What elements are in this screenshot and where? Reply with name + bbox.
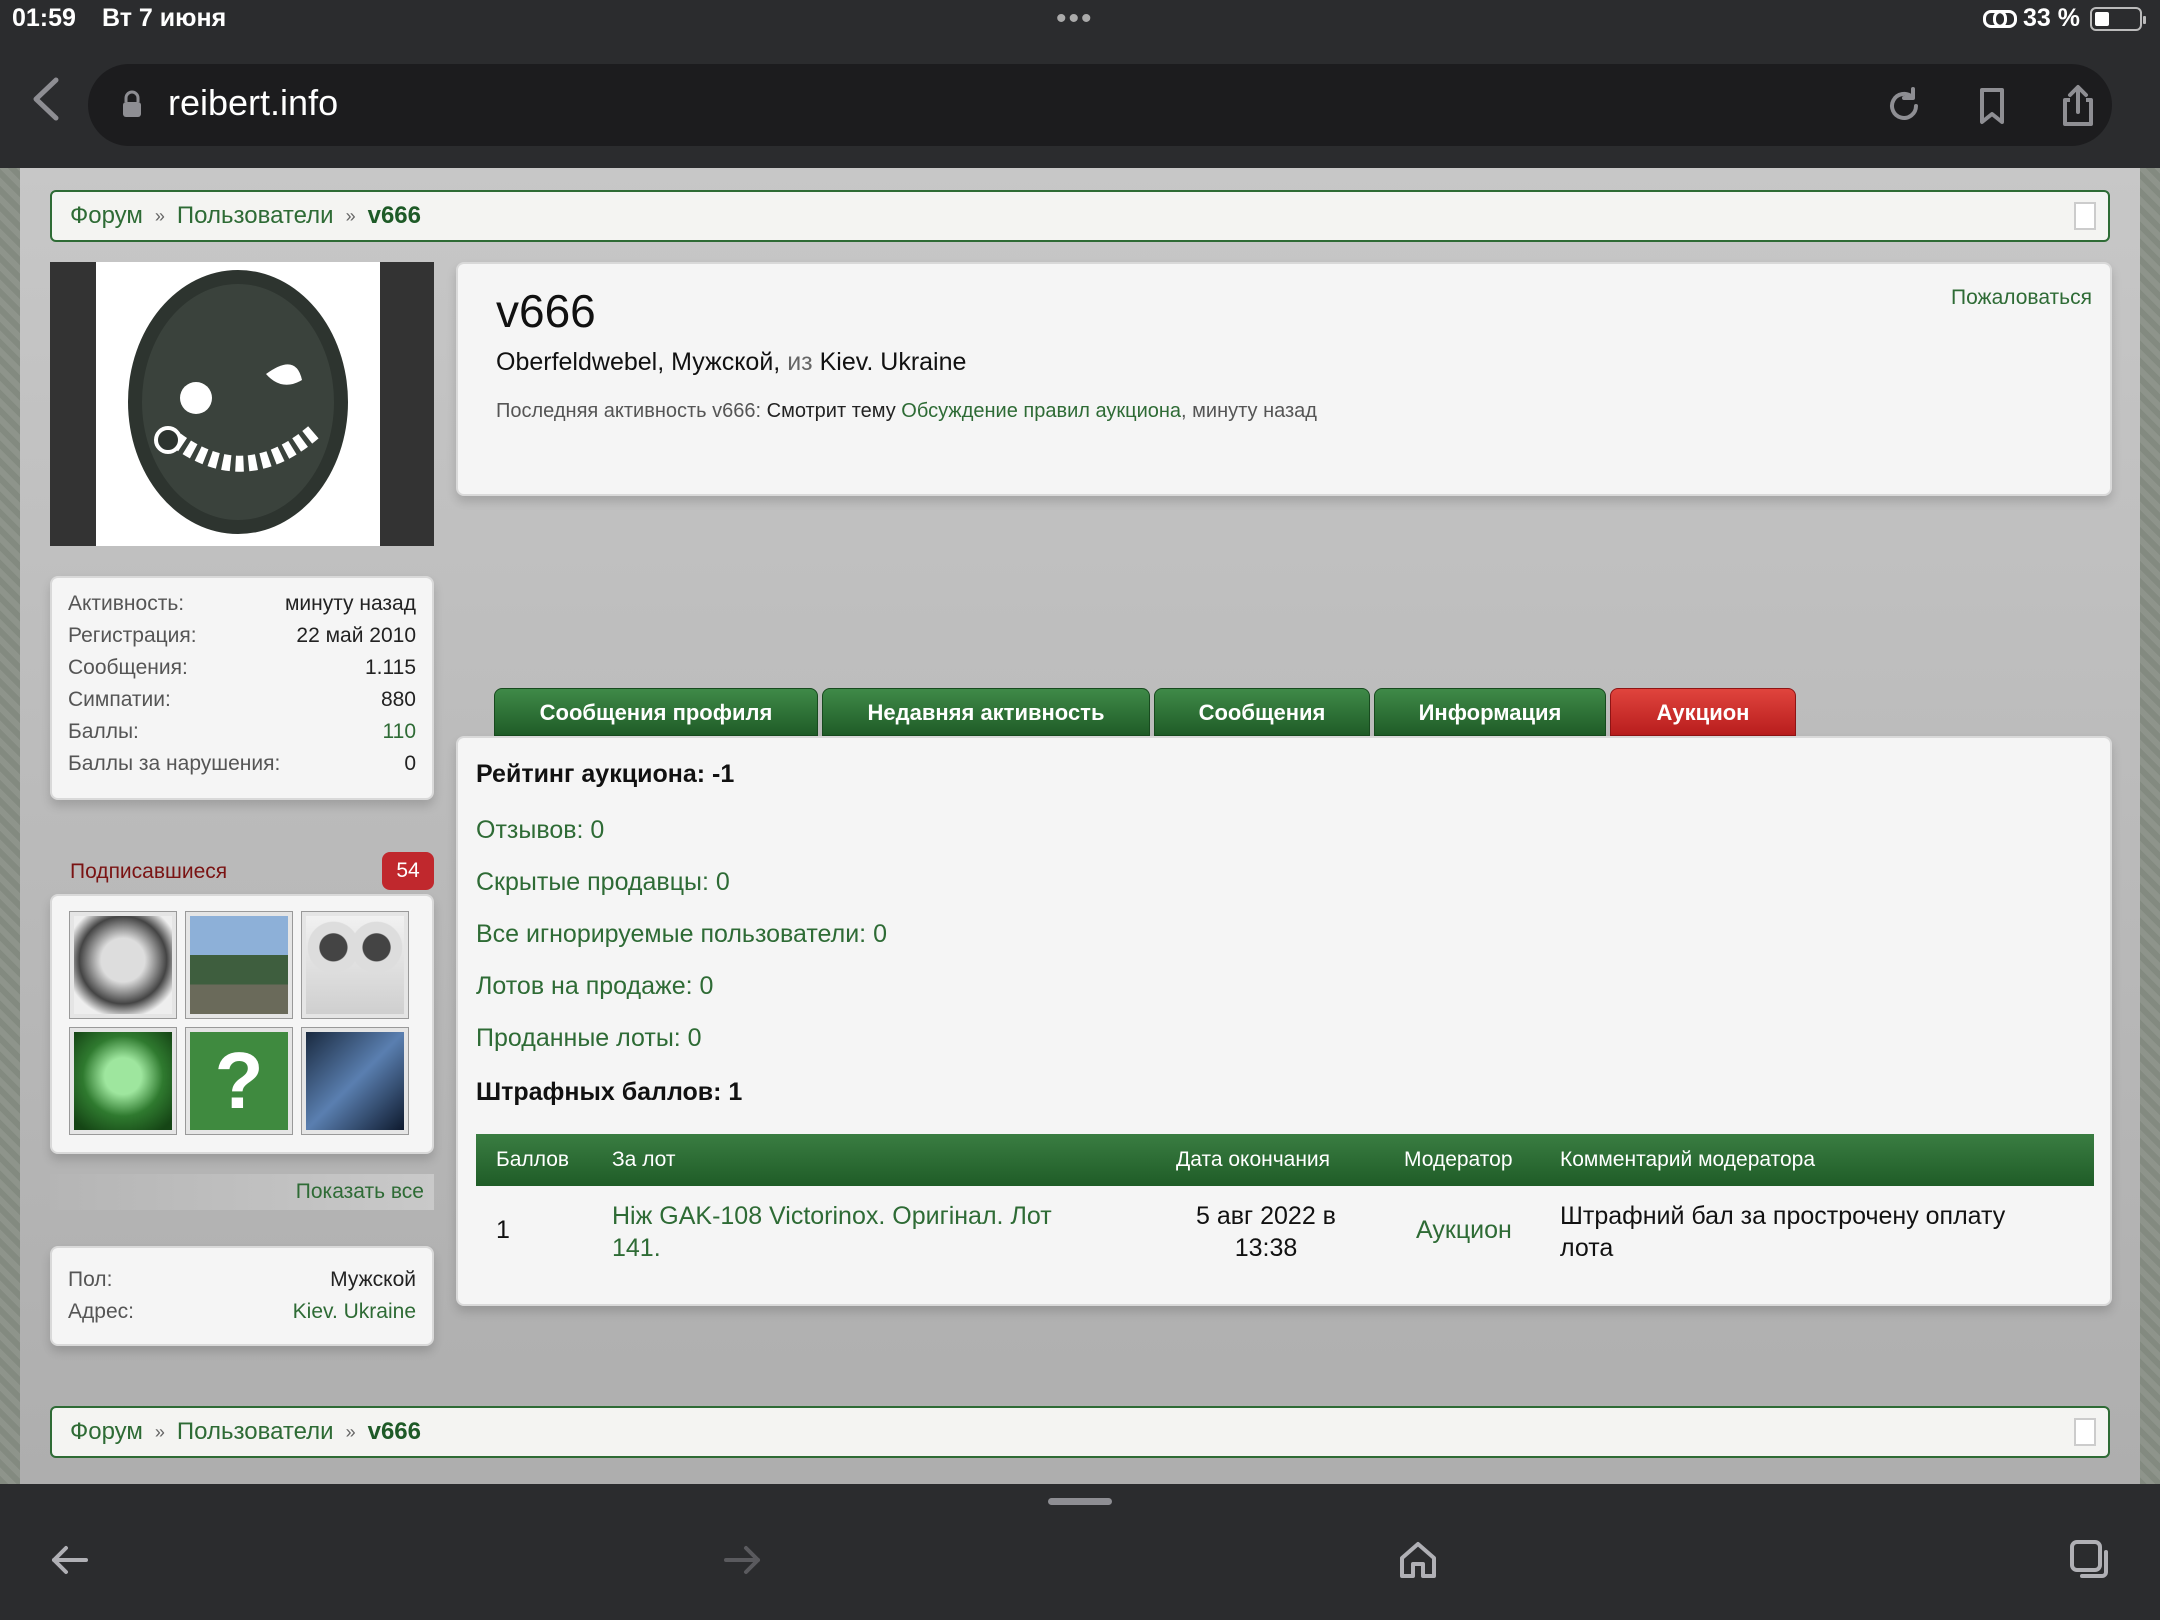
row-moderator-link[interactable]: Аукцион (1416, 1216, 1512, 1245)
stat-activity: Активность: минуту назад (68, 592, 416, 615)
tabs-icon[interactable] (2066, 1536, 2114, 1584)
browser-toolbar: reibert.info (0, 40, 2160, 168)
column-lot: За лот (612, 1148, 676, 1171)
row-comment: Штрафний бал за прострочену оплату лота (1560, 1202, 2006, 1262)
breadcrumb-separator: » (345, 1421, 356, 1442)
follower-avatar[interactable] (185, 911, 293, 1019)
url-text: reibert.info (168, 82, 339, 123)
web-page: Форум » Пользователи » v666 Активность: м… (0, 168, 2160, 1484)
status-date: Вт 7 июня (102, 4, 227, 32)
forward-arrow-icon[interactable] (718, 1536, 766, 1584)
back-arrow-icon[interactable] (46, 1536, 94, 1584)
followers-header: Подписавшиеся 54 (70, 850, 434, 892)
reviews-link[interactable]: Отзывов: 0 (476, 816, 604, 845)
back-icon[interactable] (26, 74, 66, 124)
home-icon[interactable] (1394, 1536, 1442, 1584)
lock-icon (123, 90, 141, 117)
breadcrumb-separator: » (154, 1421, 165, 1442)
breadcrumb-users[interactable]: Пользователи (177, 1418, 334, 1446)
browser-bottom-toolbar (0, 1484, 2160, 1620)
breadcrumb-bottom: Форум » Пользователи » v666 (50, 1406, 2110, 1458)
page-icon (2074, 202, 2096, 230)
tab-auction[interactable]: Аукцион (1610, 688, 1796, 736)
follower-avatar[interactable] (301, 911, 409, 1019)
table-row: 1 Ніж GAK-108 Victorinox. Оригінал. Лот … (476, 1186, 2094, 1278)
address-bar[interactable]: reibert.info (88, 64, 2112, 146)
link-icon (1983, 9, 2018, 28)
page-content: Форум » Пользователи » v666 Активность: м… (20, 168, 2140, 1484)
report-link[interactable]: Пожаловаться (1951, 286, 2092, 310)
profile-subtitle: Oberfeldwebel, Мужской, из Kiev. Ukraine (496, 348, 967, 376)
profile-header: v666 Oberfeldwebel, Мужской, из Kiev. Uk… (456, 262, 2112, 496)
follower-avatar[interactable] (69, 1027, 177, 1135)
auction-rating: Рейтинг аукциона: -1 (476, 760, 735, 788)
question-mark-icon[interactable]: ? (185, 1027, 293, 1135)
home-indicator[interactable] (1048, 1498, 1112, 1505)
column-end-date: Дата окончания (1176, 1148, 1331, 1171)
breadcrumb-user[interactable]: v666 (368, 1418, 421, 1446)
stat-messages: Сообщения: 1.115 (68, 656, 416, 679)
tab-messages[interactable]: Сообщения (1154, 688, 1370, 736)
auction-panel: Рейтинг аукциона: -1 Отзывов: 0 Скрытые … (456, 736, 2112, 1306)
info-gender: Пол: Мужской (68, 1268, 416, 1291)
breadcrumb: Форум » Пользователи » v666 (50, 190, 2110, 242)
followers-label[interactable]: Подписавшиеся (70, 860, 227, 884)
share-icon[interactable] (2056, 84, 2100, 128)
breadcrumb-user[interactable]: v666 (368, 202, 421, 230)
page-icon (2074, 1418, 2096, 1446)
bookmark-icon[interactable] (1970, 84, 2014, 128)
status-bar: 01:59 Вт 7 июня ••• 33 % (0, 0, 2160, 40)
tab-information[interactable]: Информация (1374, 688, 1606, 736)
info-panel: Пол: Мужской Адрес: Kiev. Ukraine (50, 1246, 434, 1346)
tab-recent-activity[interactable]: Недавняя активность (822, 688, 1150, 736)
avatar[interactable] (50, 262, 434, 546)
column-moderator: Модератор (1404, 1148, 1513, 1171)
last-activity: Последняя активность v666: Смотрит тему … (496, 400, 1317, 422)
battery-icon (2090, 6, 2146, 31)
penalty-points: Штрафных баллов: 1 (476, 1078, 743, 1106)
followers-count-badge: 54 (382, 852, 434, 890)
breadcrumb-forum[interactable]: Форум (70, 1418, 143, 1446)
stat-registration: Регистрация: 22 май 2010 (68, 624, 416, 647)
breadcrumb-separator: » (345, 205, 356, 226)
row-lot-link[interactable]: Ніж GAK-108 Victorinox. Оригінал. Лот 14… (612, 1200, 1052, 1264)
stat-points[interactable]: Баллы: 110 (52, 716, 432, 748)
row-points: 1 (496, 1216, 510, 1244)
show-all-link[interactable]: Показать все (50, 1174, 434, 1210)
status-time: 01:59 (12, 4, 76, 32)
followers-grid: ? (50, 894, 434, 1154)
row-end-date: 5 авг 2022 в 13:38 (1196, 1202, 1336, 1262)
tab-profile-posts[interactable]: Сообщения профиля (494, 688, 818, 736)
stats-panel: Активность: минуту назад Регистрация: 22 м… (50, 576, 434, 800)
info-address[interactable]: Адрес: Kiev. Ukraine (52, 1296, 432, 1328)
battery-percent: 33 % (2023, 4, 2080, 32)
breadcrumb-forum[interactable]: Форум (70, 202, 143, 230)
stat-violation-points: Баллы за нарушения: 0 (68, 752, 416, 775)
hidden-sellers-link[interactable]: Скрытые продавцы: 0 (476, 868, 730, 897)
column-points: Баллов (496, 1148, 570, 1171)
follower-avatar[interactable] (69, 911, 177, 1019)
ignored-users-link[interactable]: Все игнорируемые пользователи: 0 (476, 920, 887, 949)
activity-topic-link[interactable]: Обсуждение правил аукциона (901, 400, 1181, 422)
multitask-dots-icon[interactable]: ••• (1056, 2, 1094, 36)
penalty-table-header: Баллов За лот Дата окончания Модератор К… (476, 1134, 2094, 1186)
status-right: 33 % (1983, 4, 2146, 33)
stat-likes: Симпатии: 880 (68, 688, 416, 711)
reload-icon[interactable] (1882, 84, 1926, 128)
follower-avatar[interactable] (301, 1027, 409, 1135)
breadcrumb-users[interactable]: Пользователи (177, 202, 334, 230)
column-moderator-comment: Комментарий модератора (1560, 1148, 1816, 1171)
mask-image (128, 270, 348, 534)
breadcrumb-separator: » (154, 205, 165, 226)
lots-on-sale-link[interactable]: Лотов на продаже: 0 (476, 972, 713, 1001)
sold-lots-link[interactable]: Проданные лоты: 0 (476, 1024, 702, 1053)
profile-name: v666 (496, 285, 596, 337)
